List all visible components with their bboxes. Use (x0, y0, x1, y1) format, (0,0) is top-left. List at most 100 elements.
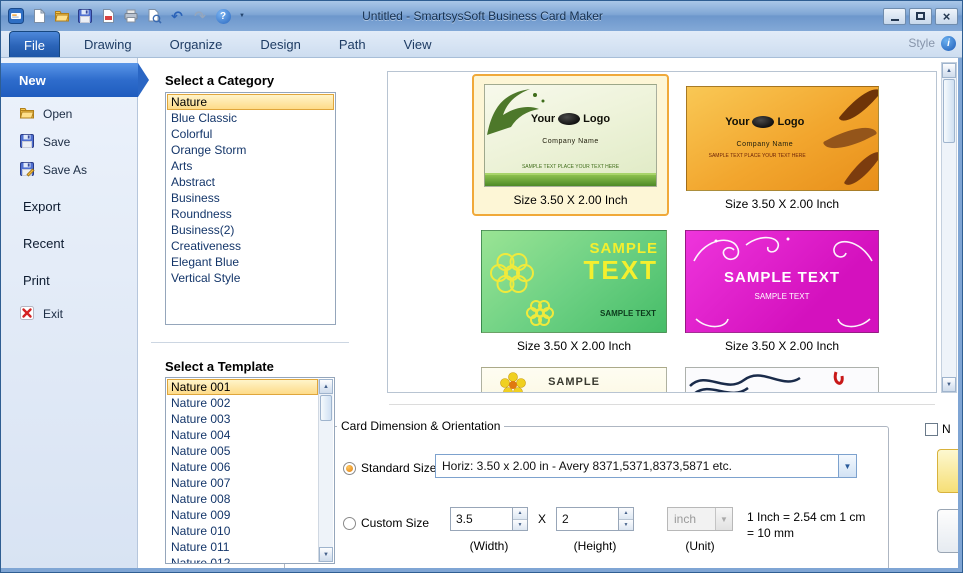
tab-drawing[interactable]: Drawing (70, 31, 146, 57)
template-item[interactable]: Nature 007 (167, 475, 318, 491)
custom-size-label: Custom Size (361, 516, 429, 530)
tab-design[interactable]: Design (246, 31, 314, 57)
sidebar-item-export[interactable]: Export (1, 193, 138, 219)
template-preview[interactable]: SAMPLE TEXT SAMPLE TEXT Size 3.50 X 2.00… (480, 230, 668, 353)
template-preview-partial[interactable] (682, 367, 882, 393)
flower-outline-icon (482, 231, 562, 333)
sidebar-item-recent[interactable]: Recent (1, 230, 138, 256)
template-item[interactable]: Nature 009 (167, 507, 318, 523)
sidebar-item-open[interactable]: Open (1, 101, 138, 127)
card-preview-green-sample[interactable]: SAMPLE TEXT SAMPLE TEXT (481, 230, 667, 333)
style-menu[interactable]: Style (908, 36, 935, 50)
scroll-up-icon[interactable]: ▲ (942, 63, 956, 78)
category-item[interactable]: Arts (167, 158, 334, 174)
template-preview[interactable]: Your Logo Company Name SAMPLE TEXT PLACE… (682, 86, 882, 211)
sidebar-item-new[interactable]: New (1, 63, 138, 97)
toolbar-dropdown-arrow-icon[interactable]: ▼ (239, 13, 245, 19)
sidebar-item-save-as[interactable]: Save As (1, 157, 138, 183)
new-document-icon[interactable] (30, 7, 48, 25)
standard-sizes-radio[interactable] (343, 462, 356, 475)
scrollbar-thumb[interactable] (943, 79, 955, 143)
clipped-checkbox[interactable] (925, 423, 938, 436)
width-spinner: ▲ ▼ (512, 508, 527, 530)
template-item[interactable]: Nature 006 (167, 459, 318, 475)
card-preview-white-swirl[interactable] (685, 367, 879, 393)
custom-size-radio[interactable] (343, 517, 356, 530)
category-item[interactable]: Blue Classic (167, 110, 334, 126)
preview-scrollbar[interactable]: ▲ ▼ (941, 62, 957, 393)
dark-swirl-ornament-icon (686, 368, 879, 393)
scrollbar-thumb[interactable] (320, 395, 332, 421)
template-item[interactable]: Nature 012 (167, 555, 318, 564)
maximize-button[interactable] (909, 8, 932, 25)
card-sample-text-big: SAMPLE TEXT (584, 241, 658, 284)
category-item[interactable]: Orange Storm (167, 142, 334, 158)
horizontal-divider (389, 404, 935, 405)
sidebar-item-print[interactable]: Print (1, 267, 138, 293)
scroll-down-icon[interactable]: ▼ (942, 377, 956, 392)
category-item-nature[interactable]: Nature (167, 94, 334, 110)
minimize-button[interactable] (883, 8, 906, 25)
export-icon[interactable] (99, 7, 117, 25)
scroll-up-icon[interactable]: ▲ (319, 379, 333, 394)
info-icon[interactable]: i (941, 36, 956, 51)
template-item[interactable]: Nature 011 (167, 539, 318, 555)
category-item[interactable]: Vertical Style (167, 270, 334, 286)
category-item[interactable]: Business(2) (167, 222, 334, 238)
tab-file[interactable]: File (9, 31, 60, 57)
standard-size-dropdown[interactable]: Horiz: 3.50 x 2.00 in - Avery 8371,5371,… (435, 454, 857, 478)
card-preview-nature-green[interactable]: Your Logo Company Name SAMPLE TEXT PLACE… (484, 84, 657, 187)
card-dimension-group: Card Dimension & Orientation Standard Si… (284, 419, 889, 572)
template-preview-selected[interactable]: Your Logo Company Name SAMPLE TEXT PLACE… (472, 74, 669, 216)
template-item-nature-001[interactable]: Nature 001 (167, 379, 318, 395)
template-preview[interactable]: SAMPLE TEXT SAMPLE TEXT Size 3.50 X 2.00… (682, 230, 882, 353)
help-icon[interactable]: ? (214, 7, 232, 25)
category-item[interactable]: Elegant Blue (167, 254, 334, 270)
close-button[interactable]: × (935, 8, 958, 25)
spin-down-icon[interactable]: ▼ (619, 520, 633, 531)
save-disk-icon (19, 133, 35, 152)
open-folder-icon[interactable] (53, 7, 71, 25)
card-size-label: Size 3.50 X 2.00 Inch (513, 193, 627, 207)
category-item[interactable]: Abstract (167, 174, 334, 190)
save-as-icon (19, 161, 35, 180)
template-item[interactable]: Nature 003 (167, 411, 318, 427)
template-item[interactable]: Nature 008 (167, 491, 318, 507)
card-preview-magenta-swirl[interactable]: SAMPLE TEXT SAMPLE TEXT (685, 230, 879, 333)
category-item[interactable]: Colorful (167, 126, 334, 142)
save-icon[interactable] (76, 7, 94, 25)
template-list-scrollbar[interactable]: ▲ ▼ (318, 379, 333, 562)
category-item[interactable]: Business (167, 190, 334, 206)
card-sample-text-small: SAMPLE TEXT (600, 309, 656, 318)
spin-up-icon[interactable]: ▲ (619, 508, 633, 520)
width-input[interactable] (451, 508, 512, 530)
card-preview-autumn-orange[interactable]: Your Logo Company Name SAMPLE TEXT PLACE… (686, 86, 879, 191)
scroll-down-icon[interactable]: ▼ (319, 547, 333, 562)
spin-up-icon[interactable]: ▲ (513, 508, 527, 520)
sidebar-item-exit[interactable]: Exit (1, 301, 138, 327)
undo-icon[interactable]: ↶ (168, 7, 186, 25)
sidebar-item-save[interactable]: Save (1, 129, 138, 155)
title-bar[interactable]: ↶ ↷ ? ▼ Untitled - SmartsysSoft Business… (1, 1, 963, 31)
category-item[interactable]: Roundness (167, 206, 334, 222)
template-item[interactable]: Nature 002 (167, 395, 318, 411)
print-icon[interactable] (122, 7, 140, 25)
height-input[interactable] (557, 508, 618, 530)
template-item[interactable]: Nature 005 (167, 443, 318, 459)
card-preview-yellow-flower[interactable]: SAMPLE (481, 367, 667, 393)
tab-organize[interactable]: Organize (156, 31, 237, 57)
leaf-icon (843, 145, 878, 191)
unit-dropdown-disabled: inch ▼ (667, 507, 733, 531)
tab-path[interactable]: Path (325, 31, 380, 57)
category-item[interactable]: Creativeness (167, 238, 334, 254)
print-preview-icon[interactable] (145, 7, 163, 25)
chevron-down-icon[interactable]: ▼ (838, 455, 856, 477)
redo-icon[interactable]: ↷ (191, 7, 209, 25)
grass-strip (485, 173, 656, 186)
template-item[interactable]: Nature 010 (167, 523, 318, 539)
spin-down-icon[interactable]: ▼ (513, 520, 527, 531)
template-item[interactable]: Nature 004 (167, 427, 318, 443)
tab-view[interactable]: View (390, 31, 446, 57)
template-preview-partial[interactable]: SAMPLE (480, 367, 668, 393)
logo-placeholder-icon (558, 113, 580, 125)
